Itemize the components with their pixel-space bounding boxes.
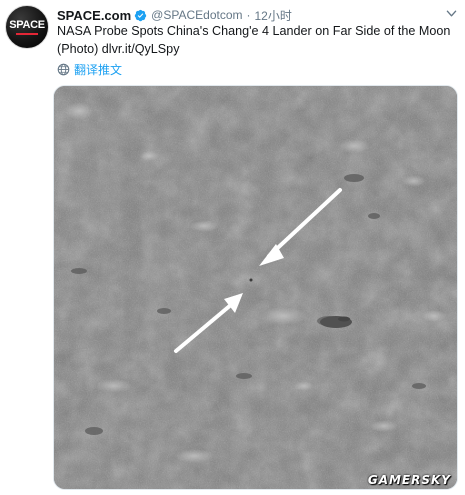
avatar-brand-bar — [16, 32, 38, 35]
account-handle[interactable]: @SPACEdotcom — [151, 8, 242, 22]
translate-tweet-label: 翻译推文 — [74, 63, 123, 77]
separator-dot: · — [246, 8, 251, 22]
avatar[interactable]: SPACE — [5, 5, 49, 49]
tweet-photo[interactable]: GAMERSKY — [53, 85, 458, 490]
avatar-brand-text: SPACE — [9, 18, 45, 31]
account-name[interactable]: SPACE.com — [57, 8, 131, 23]
chevron-down-icon[interactable] — [446, 8, 457, 19]
moon-surface-image — [54, 86, 457, 489]
globe-icon — [57, 63, 70, 76]
tweet-header: SPACE.com @SPACEdotcom · 12小时 — [57, 6, 292, 24]
tweet-text: NASA Probe Spots China's Chang'e 4 Lande… — [57, 24, 451, 56]
watermark-text: GAMERSKY — [367, 473, 451, 487]
lander-marker — [249, 278, 253, 282]
verified-badge-icon — [134, 9, 147, 21]
translate-tweet-link[interactable]: 翻译推文 — [57, 61, 122, 78]
tweet-timestamp[interactable]: 12小时 — [255, 7, 292, 24]
